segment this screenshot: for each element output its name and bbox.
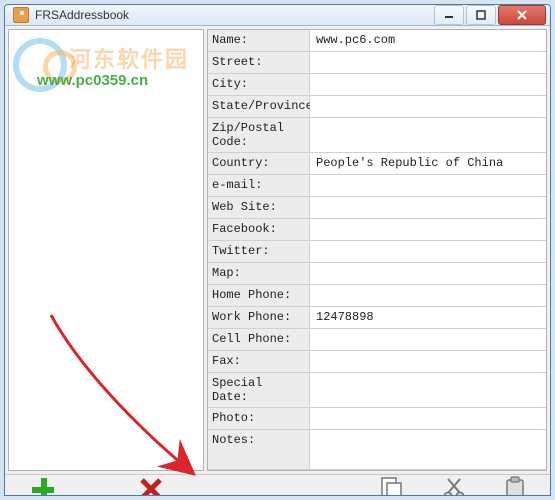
- field-row: Street:: [208, 52, 546, 74]
- app-window: FRSAddressbook 河东软件园 www.pc0359.cn: [4, 4, 551, 496]
- copy-button[interactable]: [380, 476, 404, 496]
- field-label: Home Phone:: [208, 285, 310, 306]
- field-label: State/Province:: [208, 96, 310, 117]
- field-value[interactable]: www.pc6.com: [310, 30, 546, 51]
- details-pane: Name:www.pc6.comStreet:City:State/Provin…: [207, 29, 547, 471]
- watermark-text-cn: 河东软件园: [69, 42, 189, 74]
- field-row: Name:www.pc6.com: [208, 30, 546, 52]
- titlebar: FRSAddressbook: [5, 5, 550, 26]
- field-row: City:: [208, 74, 546, 96]
- plus-icon: [29, 475, 57, 496]
- delete-button[interactable]: [137, 475, 165, 496]
- field-value[interactable]: [310, 241, 546, 262]
- field-row: Country:People's Republic of China: [208, 153, 546, 175]
- field-label: Notes:: [208, 430, 310, 469]
- contact-list-pane[interactable]: 河东软件园 www.pc0359.cn: [8, 29, 204, 471]
- field-row: Zip/Postal Code:: [208, 118, 546, 153]
- field-label: Country:: [208, 153, 310, 174]
- field-row: Home Phone:: [208, 285, 546, 307]
- add-button[interactable]: [29, 475, 57, 496]
- window-controls: [434, 5, 546, 25]
- watermark: 河东软件园 www.pc0359.cn: [13, 32, 203, 92]
- field-label: Map:: [208, 263, 310, 284]
- field-row: Notes:: [208, 430, 546, 470]
- field-row: Facebook:: [208, 219, 546, 241]
- field-label: Work Phone:: [208, 307, 310, 328]
- field-label: Street:: [208, 52, 310, 73]
- field-value[interactable]: [310, 118, 546, 152]
- field-value[interactable]: [310, 351, 546, 372]
- field-row: State/Province:: [208, 96, 546, 118]
- field-value[interactable]: [310, 74, 546, 95]
- field-label: Cell Phone:: [208, 329, 310, 350]
- field-row: Twitter:: [208, 241, 546, 263]
- minimize-icon: [444, 10, 454, 20]
- field-value[interactable]: [310, 408, 546, 429]
- field-value[interactable]: [310, 219, 546, 240]
- paste-button[interactable]: [504, 476, 526, 496]
- close-button[interactable]: [498, 5, 546, 25]
- field-value[interactable]: 12478898: [310, 307, 546, 328]
- field-value[interactable]: [310, 329, 546, 350]
- field-label: Name:: [208, 30, 310, 51]
- field-value[interactable]: [310, 430, 546, 469]
- field-value[interactable]: [310, 373, 546, 407]
- field-row: Cell Phone:: [208, 329, 546, 351]
- cut-button[interactable]: [442, 476, 466, 496]
- field-label: Zip/Postal Code:: [208, 118, 310, 152]
- field-label: City:: [208, 74, 310, 95]
- field-label: Fax:: [208, 351, 310, 372]
- content-area: 河东软件园 www.pc0359.cn Name:www.pc6.comStre…: [5, 26, 550, 474]
- field-label: e-mail:: [208, 175, 310, 196]
- field-row: e-mail:: [208, 175, 546, 197]
- field-value[interactable]: People's Republic of China: [310, 153, 546, 174]
- field-row: Photo:: [208, 408, 546, 430]
- field-value[interactable]: [310, 52, 546, 73]
- field-value[interactable]: [310, 175, 546, 196]
- field-row: Map:: [208, 263, 546, 285]
- annotation-arrow: [41, 310, 201, 480]
- field-label: Web Site:: [208, 197, 310, 218]
- watermark-url: www.pc0359.cn: [37, 72, 148, 89]
- app-icon: [13, 7, 29, 23]
- field-row: Web Site:: [208, 197, 546, 219]
- bottom-toolbar: [5, 474, 550, 496]
- field-value[interactable]: [310, 96, 546, 117]
- scissors-icon: [442, 476, 466, 496]
- window-title: FRSAddressbook: [35, 8, 434, 22]
- field-value[interactable]: [310, 197, 546, 218]
- field-row: Special Date:: [208, 373, 546, 408]
- field-label: Photo:: [208, 408, 310, 429]
- copy-icon: [380, 476, 404, 496]
- clipboard-icon: [504, 476, 526, 496]
- maximize-button[interactable]: [466, 5, 496, 25]
- field-value[interactable]: [310, 285, 546, 306]
- x-icon: [137, 475, 165, 496]
- close-icon: [516, 9, 528, 21]
- field-label: Special Date:: [208, 373, 310, 407]
- field-row: Fax:: [208, 351, 546, 373]
- field-row: Work Phone:12478898: [208, 307, 546, 329]
- maximize-icon: [476, 10, 486, 20]
- minimize-button[interactable]: [434, 5, 464, 25]
- field-label: Facebook:: [208, 219, 310, 240]
- field-value[interactable]: [310, 263, 546, 284]
- field-label: Twitter:: [208, 241, 310, 262]
